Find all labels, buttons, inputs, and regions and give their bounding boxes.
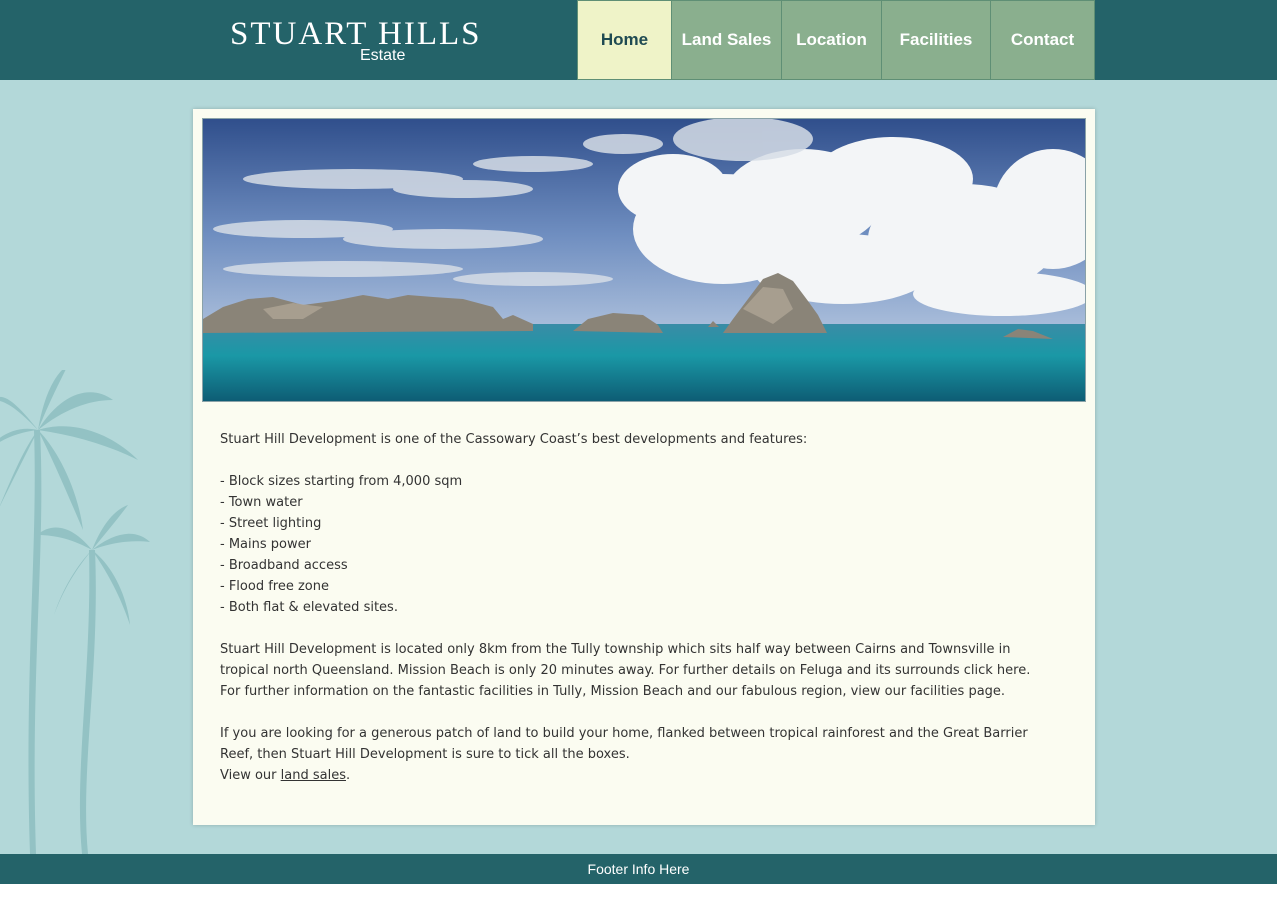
nav-facilities[interactable]: Facilities (882, 0, 991, 80)
site-header: STUART HILLS Estate Home Land Sales Loca… (0, 0, 1277, 80)
footer-text: Footer Info Here (587, 861, 690, 877)
ocean-landscape-illustration (203, 119, 1085, 401)
feature-item: - Broadband access (220, 558, 348, 573)
site-footer: Footer Info Here (0, 854, 1277, 884)
location-text: For further information on the fantastic… (220, 684, 1006, 699)
land-sales-link[interactable]: land sales (281, 768, 346, 783)
nav-location[interactable]: Location (782, 0, 882, 80)
hero-image (202, 118, 1086, 402)
logo-title: STUART HILLS (230, 16, 482, 52)
view-land-sales-line: View our land sales. (220, 765, 1060, 786)
page-bottom (0, 884, 1277, 900)
logo-tagline: Estate (360, 47, 406, 64)
feature-item: - Street lighting (220, 516, 322, 531)
view-prefix: View our (220, 768, 281, 783)
main-content-card: Stuart Hill Development is one of the Ca… (193, 109, 1095, 825)
main-nav: Home Land Sales Location Facilities Cont… (577, 0, 1095, 80)
closing-text: Reef, then Stuart Hill Development is su… (220, 747, 630, 762)
nav-home[interactable]: Home (577, 0, 672, 80)
feature-item: - Town water (220, 495, 303, 510)
intro-text: Stuart Hill Development is one of the Ca… (220, 432, 808, 447)
intro-section: Stuart Hill Development is one of the Ca… (220, 429, 1060, 786)
view-suffix: . (345, 768, 351, 783)
palm-tree-graphic (0, 370, 150, 854)
location-text: Stuart Hill Development is located only … (220, 642, 1011, 657)
nav-land-sales[interactable]: Land Sales (672, 0, 782, 80)
closing-text: If you are looking for a generous patch … (220, 726, 1028, 741)
site-logo[interactable]: STUART HILLS Estate (230, 14, 480, 70)
feature-item: - Mains power (220, 537, 311, 552)
feature-item: - Both flat & elevated sites. (220, 600, 398, 615)
feature-item: - Block sizes starting from 4,000 sqm (220, 474, 463, 489)
nav-contact[interactable]: Contact (991, 0, 1095, 80)
feature-item: - Flood free zone (220, 579, 329, 594)
location-text: tropical north Queensland. Mission Beach… (220, 663, 1031, 678)
